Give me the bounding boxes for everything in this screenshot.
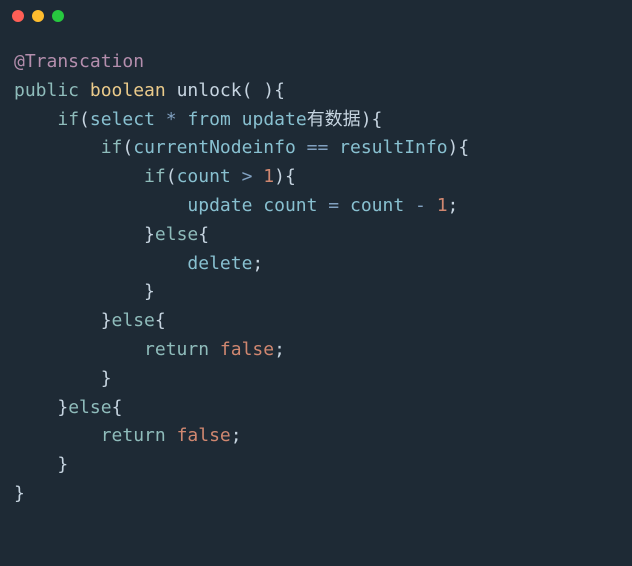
brace-open: { — [198, 224, 209, 245]
brace-close: } — [57, 454, 68, 475]
keyword-if: if — [101, 137, 123, 158]
number-1: 1 — [263, 166, 274, 187]
keyword-else: else — [112, 310, 155, 331]
identifier-update: update — [187, 195, 252, 216]
brace-open: { — [285, 166, 296, 187]
bool-false: false — [220, 339, 274, 360]
identifier-delete: delete — [187, 253, 252, 274]
identifier-count: count — [263, 195, 317, 216]
identifier-count: count — [350, 195, 404, 216]
brace-close: } — [101, 368, 112, 389]
brace-open: { — [274, 80, 285, 101]
brace-close: } — [57, 397, 68, 418]
keyword-if: if — [57, 109, 79, 130]
paren-open: ( — [79, 109, 90, 130]
brace-open: { — [112, 397, 123, 418]
brace-close: } — [144, 224, 155, 245]
brace-close: } — [101, 310, 112, 331]
semicolon: ; — [252, 253, 263, 274]
paren-close: ) — [361, 109, 372, 130]
operator-eq: == — [307, 137, 329, 158]
code-window: @Transcation public boolean unlock( ){ i… — [0, 0, 632, 566]
brace-close: } — [144, 281, 155, 302]
keyword-public: public — [14, 80, 79, 101]
keyword-else: else — [155, 224, 198, 245]
identifier-currentnode: currentNodeinfo — [133, 137, 296, 158]
identifier-from: from — [187, 109, 230, 130]
identifier-resultinfo: resultInfo — [339, 137, 447, 158]
brace-open: { — [372, 109, 383, 130]
brace-close: } — [14, 483, 25, 504]
minimize-icon[interactable] — [32, 10, 44, 22]
bool-false: false — [177, 425, 231, 446]
semicolon: ; — [274, 339, 285, 360]
identifier-count: count — [177, 166, 231, 187]
paren-close: ) — [274, 166, 285, 187]
operator-gt: > — [242, 166, 253, 187]
code-block: @Transcation public boolean unlock( ){ i… — [0, 32, 632, 525]
keyword-return: return — [101, 425, 166, 446]
identifier-update: update — [242, 109, 307, 130]
annotation: @Transcation — [14, 51, 144, 72]
maximize-icon[interactable] — [52, 10, 64, 22]
number-1: 1 — [437, 195, 448, 216]
semicolon: ; — [231, 425, 242, 446]
operator-star: * — [166, 109, 177, 130]
paren-open: ( — [122, 137, 133, 158]
paren-open: ( — [166, 166, 177, 187]
parens: ( ) — [242, 80, 275, 101]
type-boolean: boolean — [90, 80, 166, 101]
operator-assign: = — [328, 195, 339, 216]
brace-open: { — [155, 310, 166, 331]
titlebar — [0, 0, 632, 32]
text-chinese: 有数据 — [307, 109, 361, 130]
identifier-select: select — [90, 109, 155, 130]
close-icon[interactable] — [12, 10, 24, 22]
keyword-else: else — [68, 397, 111, 418]
operator-minus: - — [415, 195, 426, 216]
semicolon: ; — [448, 195, 459, 216]
brace-open: { — [458, 137, 469, 158]
keyword-return: return — [144, 339, 209, 360]
paren-close: ) — [448, 137, 459, 158]
keyword-if: if — [144, 166, 166, 187]
method-name: unlock — [177, 80, 242, 101]
